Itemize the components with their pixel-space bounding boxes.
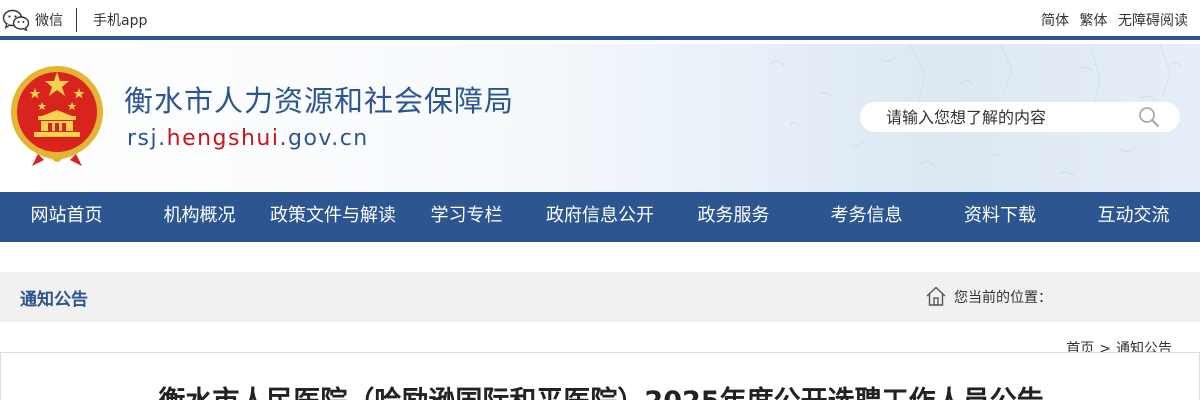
accessible-reading-link[interactable]: 无障碍阅读: [1118, 13, 1188, 29]
nav-item-organization[interactable]: 机构概况: [133, 192, 266, 242]
site-header: 衡水市人力资源和社会保障局 rsj.hengshui.gov.cn: [0, 44, 1200, 192]
current-location-label: 您当前的位置：: [954, 290, 1052, 306]
search-icon[interactable]: [1137, 106, 1161, 128]
nav-item-downloads[interactable]: 资料下载: [933, 192, 1067, 242]
section-title: 通知公告: [20, 290, 88, 310]
site-title: 衡水市人力资源和社会保障局: [124, 84, 515, 118]
nav-item-services[interactable]: 政务服务: [667, 192, 800, 242]
mobile-app-link[interactable]: 手机app: [93, 10, 147, 30]
nav-item-interaction[interactable]: 互动交流: [1067, 192, 1200, 242]
nav-item-home[interactable]: 网站首页: [0, 192, 133, 242]
national-emblem-logo: [11, 66, 103, 166]
top-utility-bar: 微信 手机app 简体 繁体 无障碍阅读: [0, 0, 1200, 40]
domain-suffix: .gov.cn: [279, 126, 369, 151]
wechat-icon[interactable]: [2, 9, 30, 31]
wechat-link[interactable]: 微信: [35, 10, 63, 30]
main-navigation: 网站首页 机构概况 政策文件与解读 学习专栏 政府信息公开 政务服务 考务信息 …: [0, 192, 1200, 242]
article-panel: 衡水市人民医院（哈励逊国际和平医院）2025年度公开选聘工作人员公告: [0, 352, 1200, 400]
language-links: 简体 繁体 无障碍阅读: [1035, 10, 1188, 30]
nav-item-policy[interactable]: 政策文件与解读: [266, 192, 400, 242]
site-domain: rsj.hengshui.gov.cn: [127, 126, 369, 151]
simplified-chinese-link[interactable]: 简体: [1041, 13, 1069, 29]
domain-prefix: rsj.: [127, 126, 167, 151]
divider: [76, 8, 77, 32]
traditional-chinese-link[interactable]: 繁体: [1080, 13, 1108, 29]
nav-item-exams[interactable]: 考务信息: [800, 192, 933, 242]
article-title: 衡水市人民医院（哈励逊国际和平医院）2025年度公开选聘工作人员公告: [1, 379, 1200, 400]
section-header: 通知公告 您当前的位置：: [0, 272, 1200, 322]
nav-item-study[interactable]: 学习专栏: [400, 192, 533, 242]
nav-item-info-disclosure[interactable]: 政府信息公开: [533, 192, 667, 242]
home-icon: [926, 286, 946, 306]
search-box: [860, 102, 1180, 132]
search-input[interactable]: [886, 106, 1136, 128]
domain-accent: hengshui: [166, 126, 280, 151]
